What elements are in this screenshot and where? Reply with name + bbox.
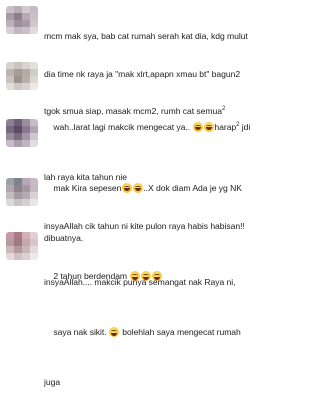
comment-line: insyaAllah.... makcik punya semangat nak… [44, 277, 236, 287]
avatar[interactable] [6, 119, 38, 147]
comment-line: mcm mak sya, bab cat rumah serah kat dia… [44, 31, 248, 41]
comment-text: insyaAllah.... makcik punya semangat nak… [44, 251, 296, 401]
avatar[interactable] [6, 6, 38, 34]
comment-line: insyaAllah cik tahun ni kite pulon raya … [44, 221, 245, 231]
avatar[interactable] [6, 232, 38, 260]
comment-line: saya nak sikit. bolehlah saya mengecat r… [53, 327, 241, 337]
laughing-emoji-icon [121, 182, 132, 193]
avatar[interactable] [6, 178, 38, 206]
laughing-emoji-icon [109, 327, 120, 337]
avatar[interactable] [6, 62, 38, 90]
laughing-emoji-icon [203, 121, 214, 132]
laughing-emoji-icon [132, 182, 143, 193]
comment-line: dia time nk raya ja "mak xlrt,apapn xmau… [44, 68, 241, 79]
comment-line: wah..larat lagi makcik mengecat ya.. har… [53, 121, 251, 132]
laughing-emoji-icon [192, 121, 203, 132]
comment-line: juga [44, 377, 61, 387]
